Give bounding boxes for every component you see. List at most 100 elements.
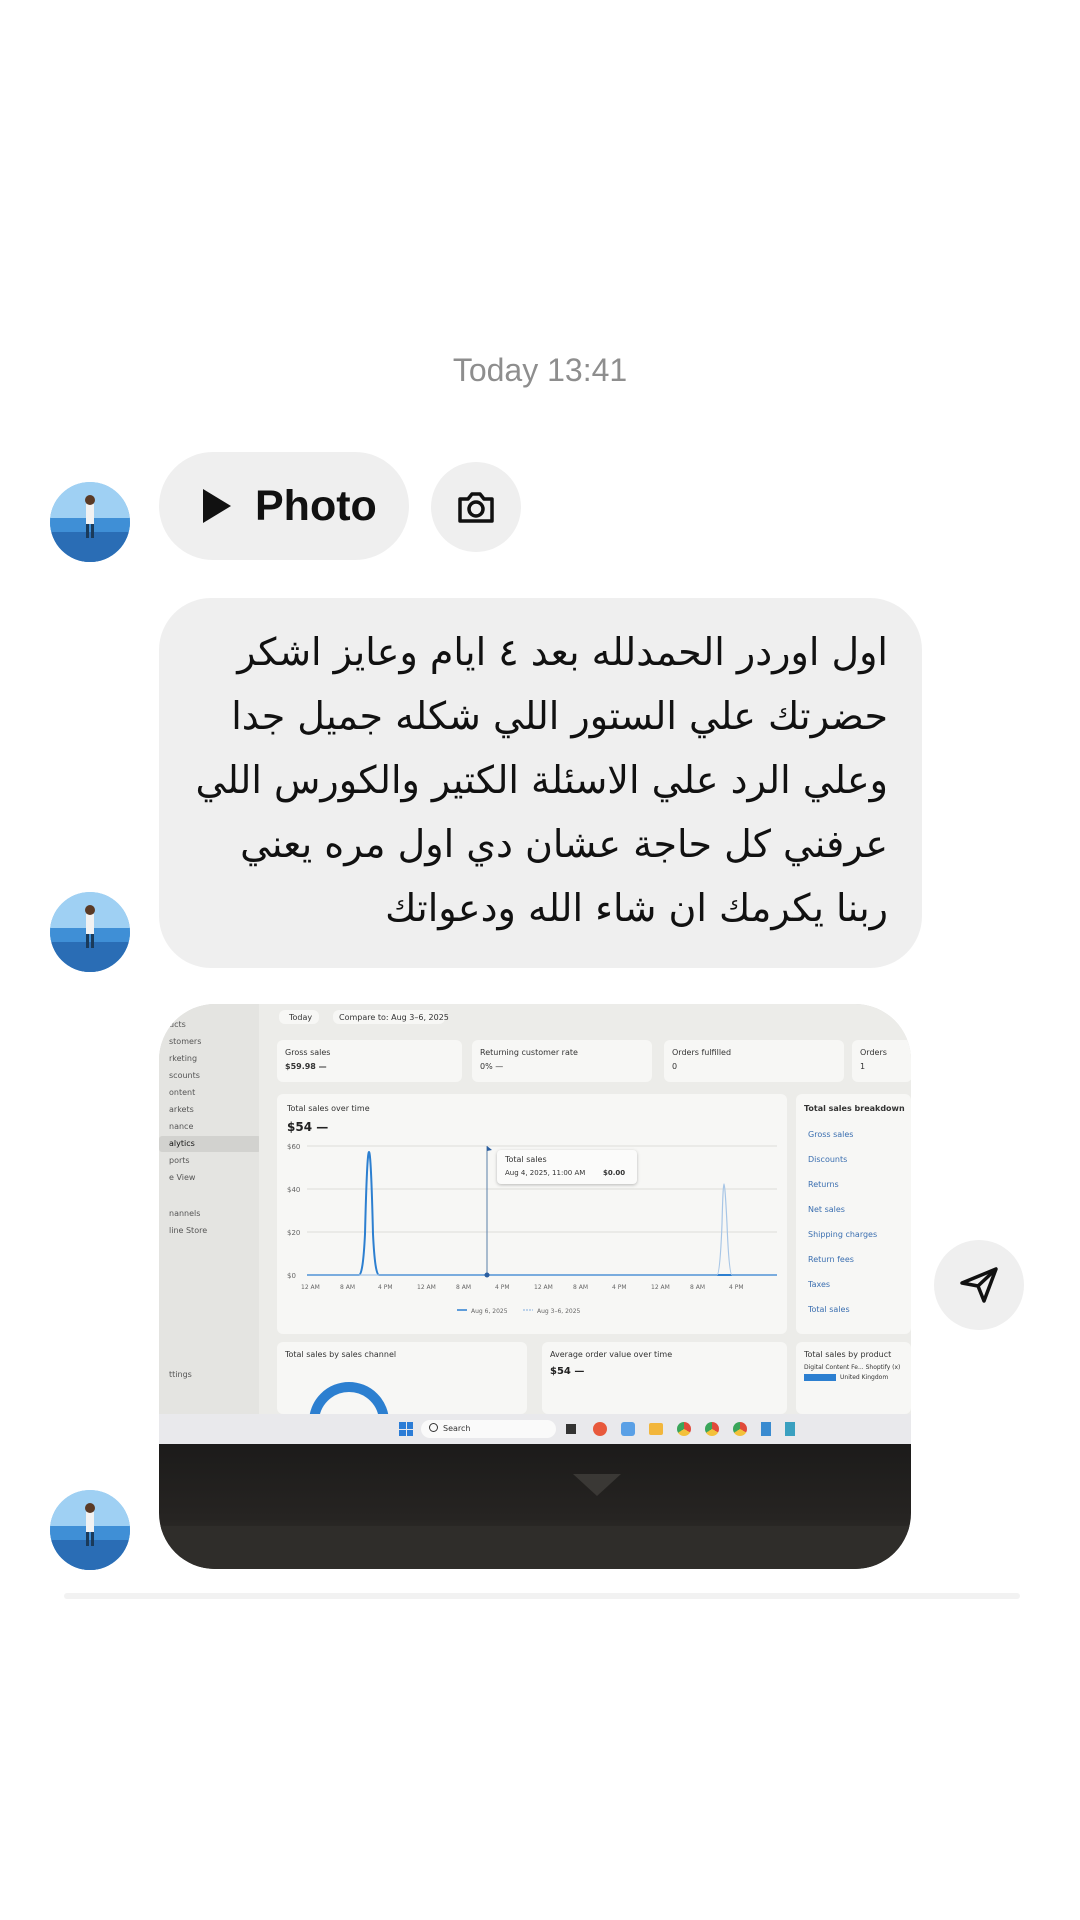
app-icon [593, 1422, 607, 1436]
sales-chart-card: Total sales over time $54 — $60 $40 $20 … [277, 1094, 787, 1334]
search-icon [429, 1423, 438, 1432]
chart-title: Total sales over time [287, 1104, 370, 1113]
x-axis-ticks: 12 AM 8 AM 4 PM 12 AM 8 AM 4 PM 12 AM 8 … [301, 1284, 744, 1291]
sidebar-item: arkets [169, 1105, 194, 1114]
app-icon [677, 1422, 691, 1436]
x-tick: 4 PM [612, 1284, 627, 1291]
y-tick: $0 [287, 1272, 296, 1280]
hp-logo-chevron [573, 1474, 621, 1496]
breakdown-item: Net sales [808, 1205, 845, 1214]
sidebar-item: ports [169, 1156, 190, 1165]
photo-label: Photo [255, 481, 377, 530]
avatar-photo [50, 892, 130, 972]
breakdown-item: Shipping charges [808, 1230, 878, 1239]
avatar-photo [50, 1490, 130, 1570]
sales-by-product-card: Total sales by product Digital Content F… [796, 1342, 911, 1414]
breakdown-item: Return fees [808, 1255, 854, 1264]
app-icon [566, 1424, 576, 1434]
card-value: Digital Content Fe... Shoptify (x) [804, 1364, 901, 1371]
y-tick: $60 [287, 1143, 300, 1151]
sidebar-item: ucts [169, 1020, 186, 1029]
metric-label: Gross sales [285, 1048, 331, 1057]
message-line: اول اوردر الحمدلله بعد ٤ ايام وعايز اشكر [237, 630, 888, 674]
metric-value: $59.98 — [285, 1062, 327, 1071]
breakdown-item: Taxes [808, 1280, 831, 1289]
legend-item: Aug 3–6, 2025 [537, 1308, 581, 1315]
avatar[interactable] [50, 482, 130, 562]
metric-label: Returning customer rate [480, 1048, 578, 1057]
hover-point [484, 1272, 490, 1278]
metric-card: Gross sales $59.98 — [277, 1040, 462, 1082]
sidebar-item: nannels [169, 1209, 201, 1218]
metric-value: 1 [860, 1062, 866, 1071]
app-icon [761, 1422, 771, 1436]
app-icon [649, 1423, 663, 1435]
x-tick: 8 AM [456, 1284, 471, 1291]
photo-reply-pill[interactable]: Photo [159, 452, 409, 560]
legend-item: Aug 6, 2025 [471, 1308, 508, 1315]
breakdown-item: Discounts [808, 1155, 848, 1164]
sidebar-item: line Store [169, 1226, 208, 1235]
text-message-bubble[interactable]: اول اوردر الحمدلله بعد ٤ ايام وعايز اشكر… [159, 598, 922, 968]
x-tick: 8 AM [340, 1284, 355, 1291]
y-tick: $40 [287, 1186, 300, 1194]
message-text: اول اوردر الحمدلله بعد ٤ ايام وعايز اشكر… [188, 620, 888, 940]
series-compare [307, 1183, 777, 1276]
taskbar-search: Search [421, 1420, 556, 1438]
metric-value: 0 [672, 1062, 678, 1071]
today-label: Today [289, 1013, 313, 1022]
x-tick: 8 AM [573, 1284, 588, 1291]
send-icon [960, 1267, 998, 1303]
divider [64, 1593, 1020, 1599]
laptop-bezel [159, 1444, 911, 1569]
card-title: Average order value over time [550, 1350, 673, 1359]
x-tick: 12 AM [534, 1284, 553, 1291]
camera-button[interactable] [431, 462, 521, 552]
photo-message[interactable]: ucts stomers rketing scounts ontent arke… [159, 1004, 911, 1569]
card-detail: United Kingdom [840, 1374, 889, 1381]
bezel-edge [159, 1526, 911, 1569]
breakdown-title: Total sales breakdown [804, 1104, 905, 1113]
card-title: Total sales by product [804, 1350, 892, 1359]
today-button: Today [279, 1010, 319, 1024]
chart-tooltip: Total sales Aug 4, 2025, 11:00 AM $0.00 [497, 1150, 637, 1184]
app-icon [621, 1422, 635, 1436]
share-button[interactable] [934, 1240, 1024, 1330]
y-tick: $20 [287, 1229, 300, 1237]
taskbar: Search [159, 1414, 911, 1444]
x-tick: 8 AM [690, 1284, 705, 1291]
avatar[interactable] [50, 892, 130, 972]
timestamp: Today 13:41 [452, 352, 628, 388]
breakdown-item: Returns [808, 1180, 839, 1189]
cursor-icon [487, 1146, 492, 1151]
x-tick: 4 PM [378, 1284, 393, 1291]
sidebar-item-active: alytics [169, 1139, 195, 1148]
metric-card: Orders fulfilled 0 [664, 1040, 844, 1082]
sales-channel-card: Total sales by sales channel [277, 1342, 527, 1462]
message-line: ربنا يكرمك ان شاء الله ودعواتك [385, 886, 888, 930]
search-placeholder: Search [443, 1424, 471, 1433]
play-icon [203, 489, 231, 523]
avg-order-card: Average order value over time $54 — [542, 1342, 787, 1414]
sidebar-item: nance [169, 1122, 194, 1131]
avatar-photo [50, 482, 130, 562]
avatar[interactable] [50, 1490, 130, 1570]
breakdown-item: Total sales [808, 1305, 850, 1314]
message-line: وعلي الرد علي الاسئلة الكتير والكورس الل… [195, 758, 888, 802]
app-icon [705, 1422, 719, 1436]
sidebar-item: e View [169, 1173, 196, 1182]
sidebar-settings: ttings [169, 1370, 192, 1379]
sidebar-item: ontent [169, 1088, 196, 1097]
x-tick: 12 AM [417, 1284, 436, 1291]
metric-card: Orders 1 [852, 1040, 911, 1082]
x-tick: 4 PM [495, 1284, 510, 1291]
sidebar-item: rketing [169, 1054, 198, 1063]
app-icon [733, 1422, 747, 1436]
tooltip-date: Aug 4, 2025, 11:00 AM [505, 1169, 586, 1177]
card-title: Total sales by sales channel [285, 1350, 397, 1359]
app-icon [785, 1422, 795, 1436]
x-tick: 12 AM [301, 1284, 320, 1291]
metric-label: Orders [860, 1048, 887, 1057]
message-line: عرفني كل حاجة عشان دي اول مره يعني [240, 822, 888, 866]
sidebar-item: stomers [169, 1037, 202, 1046]
